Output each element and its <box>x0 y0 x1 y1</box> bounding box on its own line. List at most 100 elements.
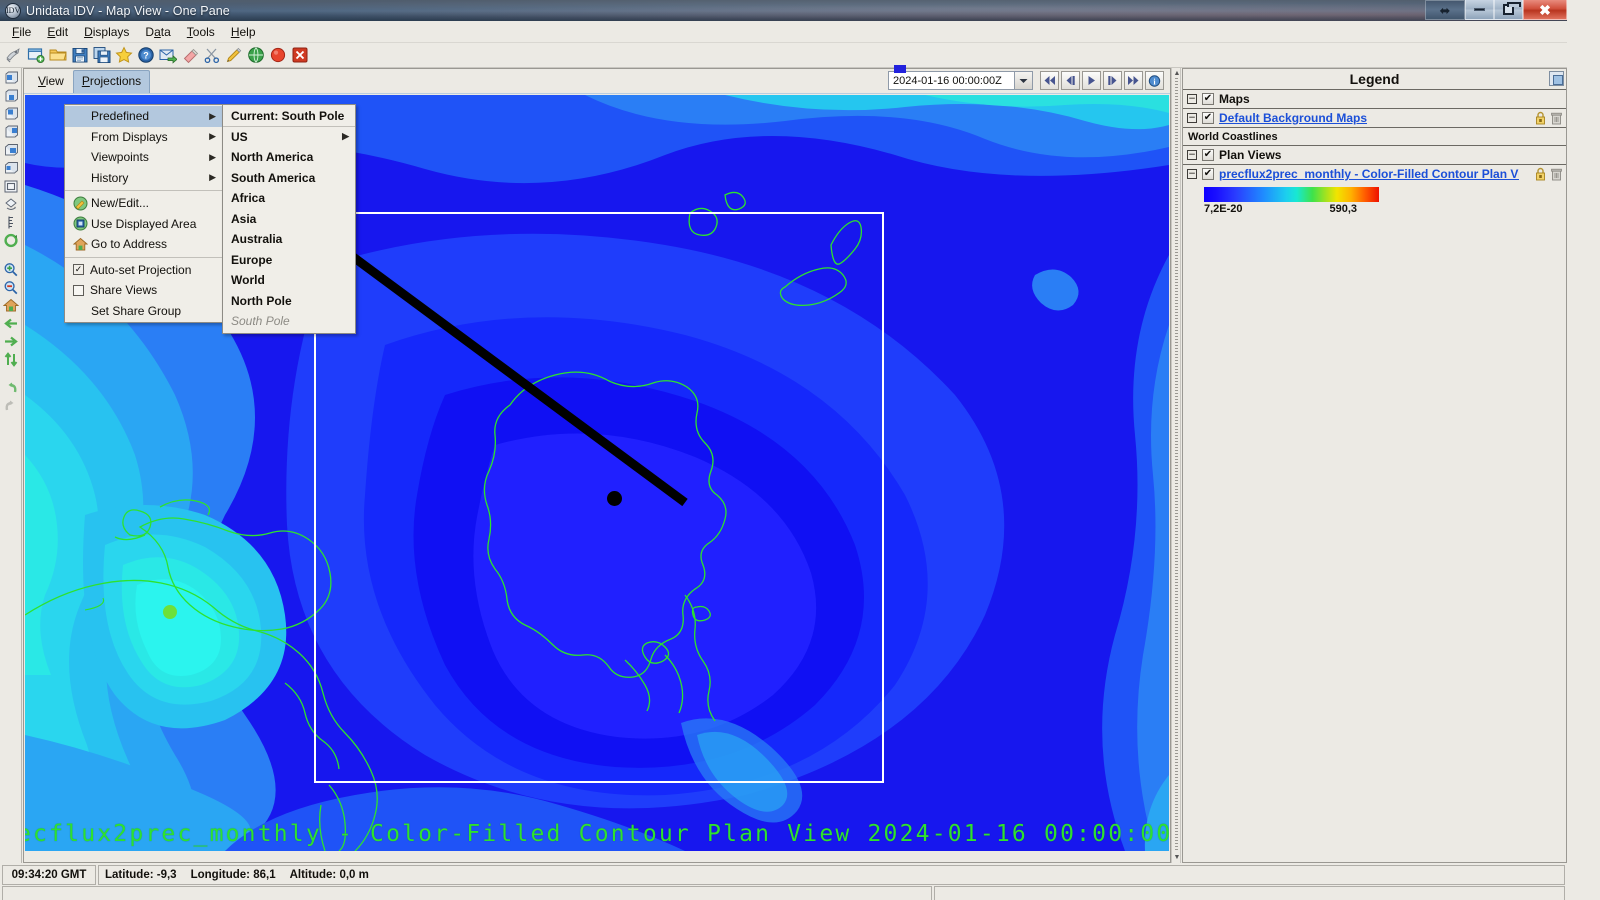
displayed-area-icon <box>73 216 91 231</box>
trash-icon[interactable] <box>1550 111 1563 125</box>
submenu-item-europe[interactable]: Europe <box>223 250 355 271</box>
menu-item-history[interactable]: History ▶ <box>65 168 222 189</box>
legend-item-default-background-maps[interactable]: − ✔ Default Background Maps <box>1183 109 1566 128</box>
window-maximize-button[interactable] <box>1494 0 1523 20</box>
status-coordinates: Latitude: -9,3 Longitude: 86,1 Altitude:… <box>98 865 1565 885</box>
menu-item-from-displays[interactable]: From Displays ▶ <box>65 127 222 148</box>
legend-item-label[interactable]: Default Background Maps <box>1219 111 1367 125</box>
menu-item-viewpoints[interactable]: Viewpoints ▶ <box>65 147 222 168</box>
legend-group-maps[interactable]: − ✔ Maps <box>1183 90 1566 109</box>
time-info-button[interactable]: i <box>1145 71 1164 90</box>
scroll-track[interactable] <box>1175 78 1178 851</box>
record-icon[interactable] <box>268 45 288 65</box>
time-first-button[interactable] <box>1040 71 1059 90</box>
legend-item-checkbox[interactable]: ✔ <box>1202 112 1214 124</box>
color-scale-bar[interactable] <box>1204 187 1379 202</box>
trash-icon[interactable] <box>1550 167 1563 181</box>
window-close-button[interactable]: ✖ <box>1523 0 1567 20</box>
time-input[interactable] <box>889 72 1014 89</box>
pan-left-icon[interactable] <box>2 315 20 332</box>
submenu-item-world[interactable]: World <box>223 270 355 291</box>
chevron-down-icon[interactable] <box>1014 72 1032 89</box>
menu-item-set-share-group[interactable]: Set Share Group <box>65 301 222 322</box>
menu-item-share-views[interactable]: Share Views <box>65 280 222 301</box>
favorites-star-icon[interactable] <box>114 45 134 65</box>
window-resize-button[interactable]: ⬌ <box>1425 0 1465 20</box>
new-window-icon[interactable] <box>26 45 46 65</box>
rotate-cube-left-icon[interactable] <box>2 70 20 87</box>
reset-rotation-icon[interactable] <box>2 232 20 249</box>
rotate-view-icon[interactable] <box>2 196 20 213</box>
time-next-button[interactable] <box>1103 71 1122 90</box>
cube-perspective-icon[interactable] <box>2 160 20 177</box>
cube-front-view-icon[interactable] <box>2 142 20 159</box>
scroll-down-icon[interactable]: ▼ <box>1173 853 1181 862</box>
menu-help[interactable]: Help <box>223 23 264 41</box>
menu-tools[interactable]: Tools <box>179 23 223 41</box>
legend-item-checkbox[interactable]: ✔ <box>1202 168 1214 180</box>
pan-right-icon[interactable] <box>2 333 20 350</box>
pan-up-down-icon[interactable] <box>2 351 20 368</box>
save-as-icon[interactable] <box>92 45 112 65</box>
submenu-item-north-pole[interactable]: North Pole <box>223 291 355 312</box>
time-last-button[interactable] <box>1124 71 1143 90</box>
rotate-cube-right-icon[interactable] <box>2 88 20 105</box>
open-folder-icon[interactable] <box>48 45 68 65</box>
scroll-up-icon[interactable]: ▲ <box>1173 69 1181 78</box>
scissors-icon[interactable] <box>202 45 222 65</box>
legend-item-precflux2prec-monthly[interactable]: − ✔ precflux2prec_monthly - Color-Filled… <box>1183 165 1566 183</box>
submenu-item-north-america[interactable]: North America <box>223 147 355 168</box>
expander-icon[interactable]: − <box>1187 113 1197 123</box>
time-play-button[interactable] <box>1082 71 1101 90</box>
menu-data[interactable]: Data <box>137 23 178 41</box>
menu-item-use-displayed-area[interactable]: Use Displayed Area <box>65 214 222 235</box>
help-question-icon[interactable]: ? <box>136 45 156 65</box>
submenu-item-us[interactable]: US ▶ <box>223 127 355 148</box>
eraser-icon[interactable] <box>180 45 200 65</box>
legend-group-plan-views[interactable]: − ✔ Plan Views <box>1183 146 1566 165</box>
lock-icon[interactable] <box>1534 111 1547 125</box>
tab-projections[interactable]: Projections <box>72 69 151 93</box>
home-view-icon[interactable] <box>2 297 20 314</box>
expander-icon[interactable]: − <box>1187 169 1197 179</box>
checkbox-unchecked-icon[interactable] <box>73 284 84 296</box>
flat-view-icon[interactable] <box>2 178 20 195</box>
vertical-scale-icon[interactable] <box>2 214 20 231</box>
time-prev-button[interactable] <box>1061 71 1080 90</box>
expand-panel-icon[interactable] <box>1549 71 1564 86</box>
lock-icon[interactable] <box>1534 167 1547 181</box>
menu-file[interactable]: FFileile <box>4 23 39 41</box>
menu-item-new-edit[interactable]: New/Edit... <box>65 193 222 214</box>
legend-group-plan-views-checkbox[interactable]: ✔ <box>1202 149 1214 161</box>
zoom-in-icon[interactable] <box>2 261 20 278</box>
legend-item-label[interactable]: precflux2prec_monthly - Color-Filled Con… <box>1219 167 1519 181</box>
menu-displays[interactable]: Displays <box>76 23 137 41</box>
exit-icon[interactable] <box>290 45 310 65</box>
redo-view-icon[interactable] <box>2 398 20 415</box>
new-display-icon[interactable] <box>4 45 24 65</box>
menu-item-go-to-address[interactable]: Go to Address <box>65 234 222 255</box>
undo-view-icon[interactable] <box>2 380 20 397</box>
checkbox-checked-icon[interactable]: ✓ <box>73 264 84 276</box>
window-minimize-button[interactable] <box>1465 0 1494 20</box>
menu-item-predefined[interactable]: Predefined ▶ <box>65 106 222 127</box>
pencil-icon[interactable] <box>224 45 244 65</box>
expander-icon[interactable]: − <box>1187 94 1197 104</box>
save-icon[interactable] <box>70 45 90 65</box>
submenu-item-south-america[interactable]: South America <box>223 168 355 189</box>
submenu-item-australia[interactable]: Australia <box>223 229 355 250</box>
zoom-out-icon[interactable] <box>2 279 20 296</box>
tab-view[interactable]: View <box>29 70 73 93</box>
rotate-cube-up-icon[interactable] <box>2 106 20 123</box>
send-mail-icon[interactable] <box>158 45 178 65</box>
map-vertical-scrollbar[interactable]: ▲ ▼ <box>1171 68 1181 863</box>
time-selector[interactable] <box>888 71 1033 90</box>
submenu-item-asia[interactable]: Asia <box>223 209 355 230</box>
menu-edit[interactable]: Edit <box>39 23 76 41</box>
expander-icon[interactable]: − <box>1187 150 1197 160</box>
submenu-item-africa[interactable]: Africa <box>223 188 355 209</box>
globe-icon[interactable] <box>246 45 266 65</box>
rotate-cube-down-icon[interactable] <box>2 124 20 141</box>
menu-item-auto-set-projection[interactable]: ✓ Auto-set Projection <box>65 260 222 281</box>
legend-group-maps-checkbox[interactable]: ✔ <box>1202 93 1214 105</box>
